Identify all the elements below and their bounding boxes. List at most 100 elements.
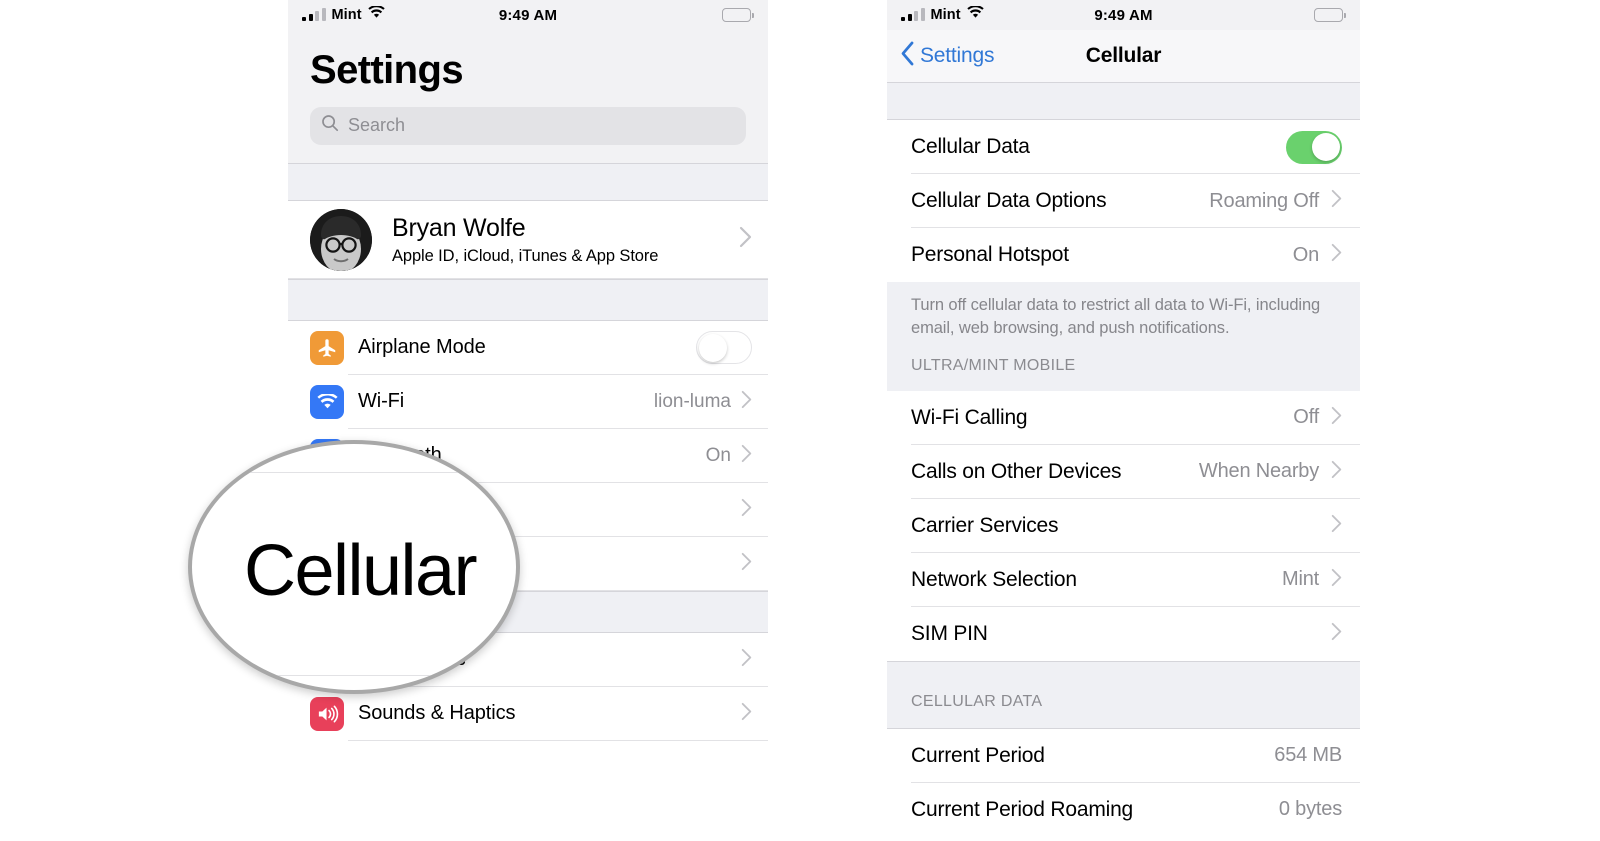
row-accessory	[696, 331, 752, 365]
row-accessory: On	[706, 444, 752, 468]
magnifier-loupe: Cellular	[188, 440, 520, 694]
right-phone-cellular-screen: Mint 9:49 AM Settings Cellular Cellular …	[887, 0, 1360, 841]
row-accessory: 654 MB	[1274, 744, 1342, 767]
section-gap-cellular-data	[887, 660, 1360, 693]
row-accessory: When Nearby	[1199, 460, 1342, 484]
row-label: Wi-Fi Calling	[911, 405, 1028, 429]
row-label: Calls on Other Devices	[911, 459, 1122, 483]
chevron-right-icon	[1331, 243, 1342, 267]
cellular-row-personal-hotspot[interactable]: Personal Hotspot On	[887, 228, 1360, 282]
row-label: Carrier Services	[911, 513, 1059, 537]
chevron-right-icon	[741, 648, 752, 672]
search-icon	[321, 114, 339, 137]
cellular-row-cellular-data[interactable]: Cellular Data	[887, 120, 1360, 174]
row-label: Cellular Data	[911, 135, 1030, 158]
clock-label: 9:49 AM	[498, 6, 558, 24]
chevron-right-icon	[741, 702, 752, 726]
row-value: Roaming Off	[1209, 189, 1319, 212]
chevron-right-icon	[1331, 406, 1342, 430]
sounds-icon	[310, 696, 344, 731]
section-header-spacer	[887, 382, 1360, 391]
row-value: lion-luma	[653, 390, 731, 412]
chevron-right-icon	[1331, 514, 1342, 538]
magnifier-text: Cellular	[243, 531, 478, 611]
chevron-right-icon	[1331, 189, 1342, 213]
row-accessory	[1331, 622, 1342, 646]
row-accessory	[741, 498, 752, 522]
chevron-right-icon	[741, 444, 752, 468]
account-row-accessory	[739, 226, 752, 253]
cellular-row-current-period-roaming: Current Period Roaming 0 bytes	[887, 782, 1360, 837]
search-container: Search	[288, 92, 768, 163]
row-accessory: 0 bytes	[1279, 798, 1342, 821]
avatar	[310, 208, 372, 271]
row-label: Wi-Fi	[358, 390, 405, 413]
cellular-row-network-selection[interactable]: Network Selection Mint	[887, 552, 1360, 607]
row-accessory: On	[1293, 243, 1342, 267]
row-accessory	[1286, 130, 1342, 164]
row-label: SIM PIN	[911, 621, 988, 645]
magnifier-separator-bottom	[192, 675, 516, 676]
magnifier-separator-top	[192, 472, 516, 473]
chevron-right-icon	[1331, 460, 1342, 484]
row-accessory: Roaming Off	[1209, 189, 1342, 213]
cellular-row-carrier-services[interactable]: Carrier Services	[887, 498, 1360, 553]
row-accessory	[1331, 514, 1342, 538]
cellular-row-wifi-calling[interactable]: Wi-Fi Calling Off	[887, 390, 1360, 445]
chevron-right-icon	[741, 498, 752, 522]
status-bar-right: Mint 9:49 AM	[887, 0, 1360, 30]
settings-header: Settings	[288, 30, 768, 93]
apple-id-account-row[interactable]: Bryan Wolfe Apple ID, iCloud, iTunes & A…	[288, 200, 768, 279]
row-value: When Nearby	[1198, 460, 1319, 483]
wifi-icon	[310, 384, 344, 419]
navigation-bar: Settings Cellular	[887, 30, 1360, 82]
row-label: Sounds & Haptics	[358, 702, 516, 725]
row-label: Current Period	[911, 743, 1045, 767]
row-value: On	[705, 444, 731, 466]
row-label: Cellular Data Options	[911, 189, 1107, 212]
row-value: 654 MB	[1274, 744, 1342, 767]
section-header-spacer-2	[887, 718, 1360, 729]
row-accessory	[741, 702, 752, 726]
cellular-row-sim-pin[interactable]: SIM PIN	[887, 606, 1360, 661]
left-phone-settings-screen: Mint 9:49 AM Settings Search Bryan Wolfe…	[288, 0, 768, 841]
row-value: On	[1292, 243, 1319, 266]
cellular-data-footnote: Turn off cellular data to restrict all d…	[887, 282, 1360, 341]
row-value: Off	[1293, 406, 1319, 429]
chevron-right-icon	[741, 552, 752, 576]
cellular-data-toggle[interactable]	[1286, 130, 1342, 164]
chevron-right-icon	[741, 390, 752, 414]
screenshot-root: Mint 9:49 AM Settings Search Bryan Wolfe…	[0, 0, 1600, 841]
row-accessory	[741, 648, 752, 672]
airplane-icon	[310, 330, 344, 365]
page-title: Settings	[310, 48, 464, 92]
settings-row-sounds-haptics[interactable]: Sounds & Haptics	[288, 686, 768, 741]
section-header-cellular-data: CELLULAR DATA	[887, 692, 1360, 719]
row-accessory: Off	[1293, 406, 1342, 430]
nav-title: Cellular	[1085, 44, 1162, 67]
row-value: Mint	[1282, 568, 1319, 591]
status-bar-left: Mint 9:49 AM	[288, 0, 768, 30]
row-label: Personal Hotspot	[911, 243, 1069, 266]
search-input[interactable]: Search	[310, 106, 746, 145]
section-gap-2	[288, 278, 768, 321]
airplane-mode-toggle[interactable]	[696, 331, 752, 365]
cellular-row-cellular-data-options[interactable]: Cellular Data Options Roaming Off	[887, 174, 1360, 228]
section-header-carrier: ULTRA/MINT MOBILE	[887, 340, 1360, 383]
cellular-row-current-period: Current Period 654 MB	[887, 728, 1360, 783]
settings-row-airplane-mode[interactable]: Airplane Mode	[288, 320, 768, 375]
section-gap-1	[288, 162, 768, 201]
row-accessory: Mint	[1282, 568, 1342, 592]
chevron-right-icon	[1331, 622, 1342, 646]
cellular-row-calls-on-other-devices[interactable]: Calls on Other Devices When Nearby	[887, 444, 1360, 499]
chevron-right-icon	[1331, 568, 1342, 592]
row-accessory	[741, 552, 752, 576]
settings-row-wifi[interactable]: Wi-Fi lion-luma	[288, 374, 768, 429]
account-text-group: Bryan Wolfe Apple ID, iCloud, iTunes & A…	[392, 214, 658, 266]
chevron-right-icon	[739, 226, 752, 253]
row-label: Network Selection	[911, 567, 1077, 591]
account-name: Bryan Wolfe	[392, 213, 526, 242]
nav-gap	[887, 82, 1360, 120]
search-placeholder: Search	[348, 115, 406, 136]
account-subtitle: Apple ID, iCloud, iTunes & App Store	[392, 246, 659, 265]
